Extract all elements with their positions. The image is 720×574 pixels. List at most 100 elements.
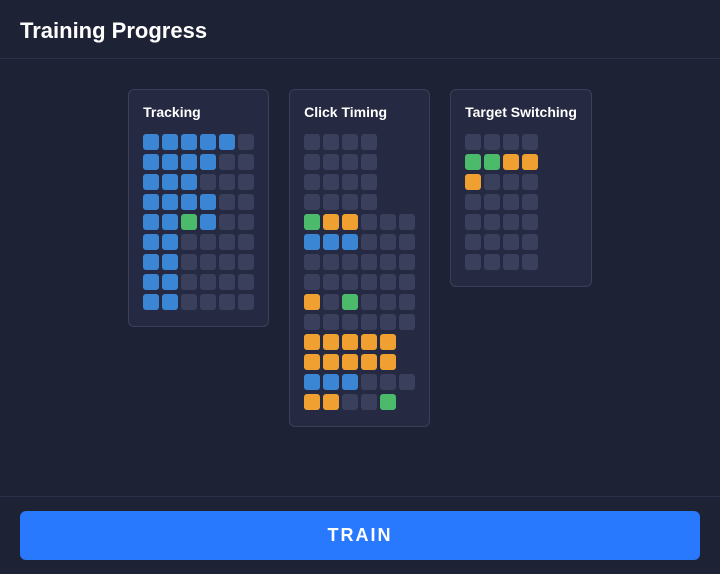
cell xyxy=(181,134,197,150)
cell xyxy=(219,174,235,190)
cell xyxy=(361,174,377,190)
cell xyxy=(238,234,254,250)
cell xyxy=(238,174,254,190)
cell xyxy=(342,214,358,230)
cell xyxy=(342,154,358,170)
cell xyxy=(503,254,519,270)
cell xyxy=(399,234,415,250)
cell xyxy=(361,294,377,310)
cell xyxy=(219,154,235,170)
cell xyxy=(200,174,216,190)
cell xyxy=(219,294,235,310)
cell xyxy=(484,134,500,150)
cell xyxy=(399,314,415,330)
cell xyxy=(323,394,339,410)
cell xyxy=(143,294,159,310)
table-row xyxy=(304,194,415,210)
cell xyxy=(380,294,396,310)
cell xyxy=(200,194,216,210)
table-row xyxy=(143,294,254,310)
tracking-panel: Tracking xyxy=(128,89,269,327)
cell xyxy=(200,294,216,310)
cell xyxy=(522,194,538,210)
cell xyxy=(342,194,358,210)
cell xyxy=(380,354,396,370)
cell xyxy=(162,154,178,170)
cell xyxy=(143,254,159,270)
cell xyxy=(143,174,159,190)
cell xyxy=(465,254,481,270)
cell xyxy=(342,274,358,290)
cell xyxy=(304,294,320,310)
cell xyxy=(238,214,254,230)
cell xyxy=(200,134,216,150)
table-row xyxy=(465,214,577,230)
cell xyxy=(522,254,538,270)
cell xyxy=(484,194,500,210)
cell xyxy=(399,374,415,390)
cell xyxy=(380,314,396,330)
cell xyxy=(162,254,178,270)
cell xyxy=(143,274,159,290)
cell xyxy=(181,274,197,290)
cell xyxy=(219,234,235,250)
table-row xyxy=(304,234,415,250)
cell xyxy=(323,314,339,330)
cell xyxy=(304,234,320,250)
cell xyxy=(465,214,481,230)
cell xyxy=(503,154,519,170)
cell xyxy=(304,374,320,390)
cell xyxy=(323,214,339,230)
main-content: Tracking xyxy=(0,59,720,496)
cell xyxy=(200,254,216,270)
cell xyxy=(323,154,339,170)
cell xyxy=(162,174,178,190)
cell xyxy=(380,214,396,230)
cell xyxy=(342,234,358,250)
cell xyxy=(361,314,377,330)
cell xyxy=(380,234,396,250)
cell xyxy=(181,154,197,170)
table-row xyxy=(304,274,415,290)
cell xyxy=(342,354,358,370)
cell xyxy=(323,134,339,150)
cell xyxy=(181,294,197,310)
cell xyxy=(200,154,216,170)
cell xyxy=(200,274,216,290)
table-row xyxy=(143,214,254,230)
table-row xyxy=(304,374,415,390)
table-row xyxy=(304,254,415,270)
cell xyxy=(361,254,377,270)
cell xyxy=(380,334,396,350)
cell xyxy=(304,334,320,350)
cell xyxy=(361,274,377,290)
cell xyxy=(522,174,538,190)
cell xyxy=(342,314,358,330)
cell xyxy=(399,214,415,230)
cell xyxy=(162,194,178,210)
cell xyxy=(304,174,320,190)
cell xyxy=(323,334,339,350)
cell xyxy=(323,174,339,190)
cell xyxy=(399,274,415,290)
cell xyxy=(181,254,197,270)
table-row xyxy=(465,154,577,170)
train-button[interactable]: TRAIN xyxy=(20,511,700,560)
table-row xyxy=(304,334,415,350)
page-title: Training Progress xyxy=(20,18,207,43)
cell xyxy=(361,194,377,210)
cell xyxy=(181,194,197,210)
cell xyxy=(503,234,519,250)
header: Training Progress xyxy=(0,0,720,59)
table-row xyxy=(143,154,254,170)
cell xyxy=(304,154,320,170)
cell xyxy=(380,374,396,390)
cell xyxy=(238,134,254,150)
cell xyxy=(465,234,481,250)
cell xyxy=(323,194,339,210)
table-row xyxy=(304,154,415,170)
cell xyxy=(503,214,519,230)
table-row xyxy=(143,194,254,210)
cell xyxy=(162,294,178,310)
cell xyxy=(361,374,377,390)
